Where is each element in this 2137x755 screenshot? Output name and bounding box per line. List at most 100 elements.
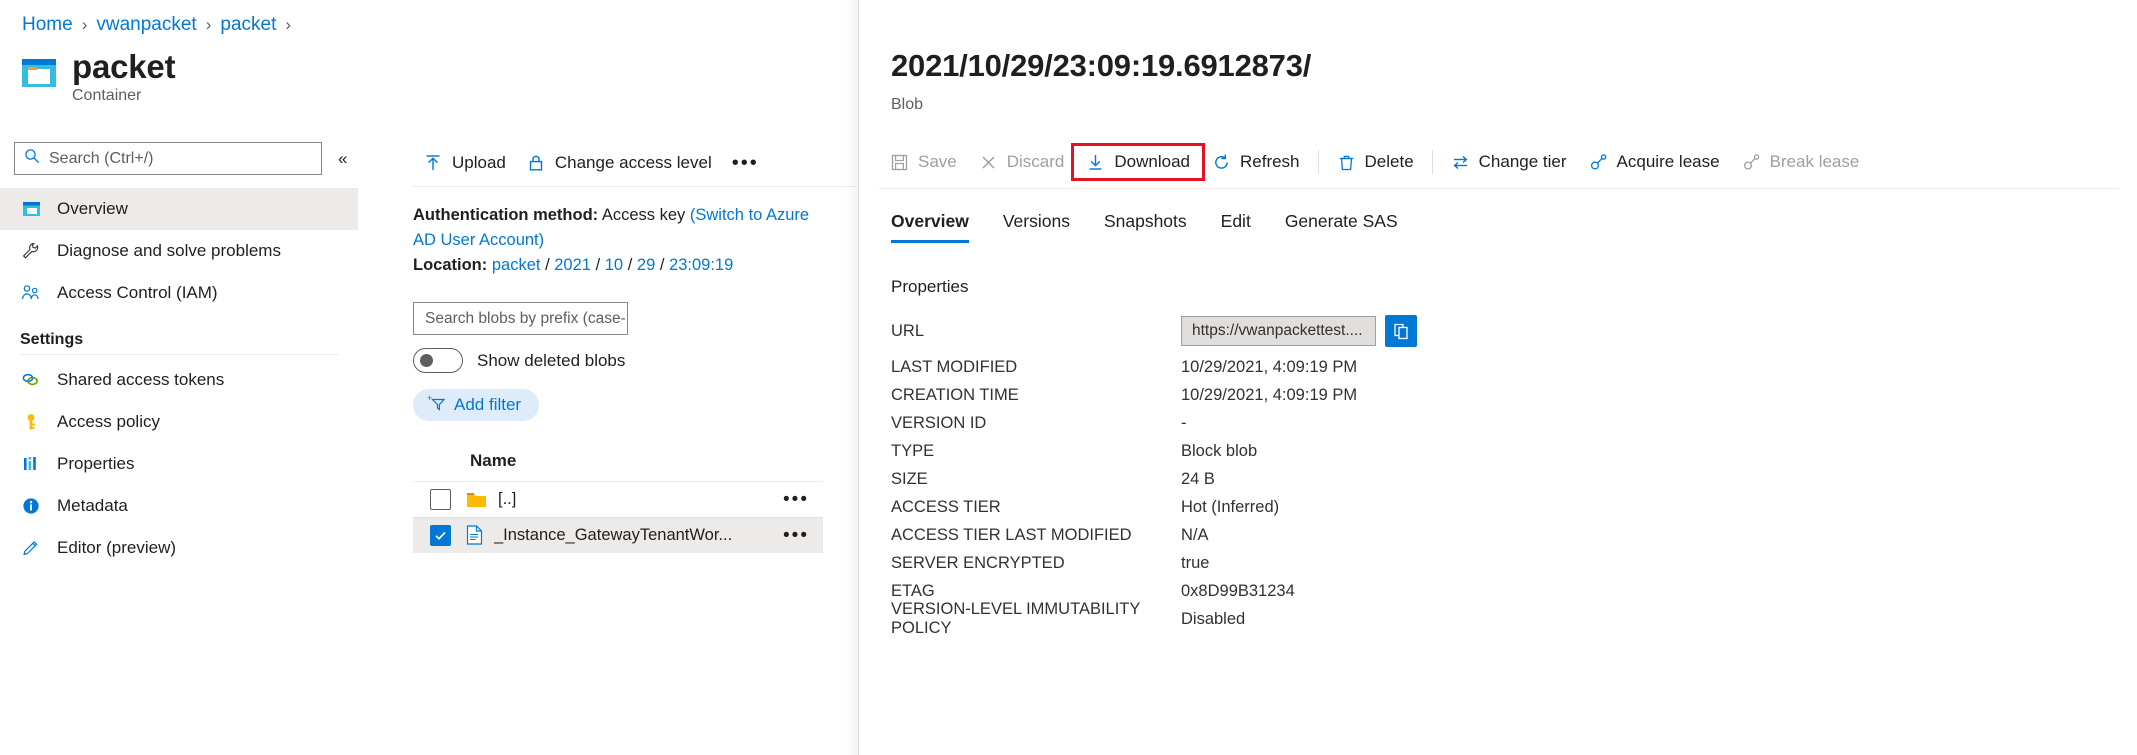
property-row: ACCESS TIER Hot (Inferred) bbox=[891, 493, 1791, 521]
breadcrumb: Home › vwanpacket › packet › bbox=[22, 14, 300, 36]
sidebar-item-label: Shared access tokens bbox=[57, 370, 225, 389]
blob-search-input[interactable] bbox=[423, 308, 627, 329]
properties-table: URL https://vwanpackettest.... LAST MODI… bbox=[891, 309, 1791, 637]
sidebar-item-editor-preview[interactable]: Editor (preview) bbox=[0, 527, 358, 569]
people-icon bbox=[20, 282, 42, 304]
property-value: Hot (Inferred) bbox=[1181, 497, 1280, 516]
file-name[interactable]: _Instance_GatewayTenantWor... bbox=[494, 526, 732, 545]
acquire-lease-button[interactable]: Acquire lease bbox=[1578, 147, 1731, 177]
row-checkbox[interactable] bbox=[430, 524, 451, 546]
discard-button-label: Discard bbox=[1006, 152, 1065, 171]
resource-title-block: packet Container bbox=[20, 48, 176, 105]
sidebar-item-access-policy[interactable]: Access policy bbox=[0, 401, 358, 443]
search-input-wrapper[interactable] bbox=[14, 142, 322, 175]
change-tier-icon bbox=[1451, 153, 1470, 172]
breadcrumb-separator-icon: › bbox=[285, 15, 292, 34]
link-rings-icon bbox=[20, 369, 42, 391]
property-row: VERSION-LEVEL IMMUTABILITY POLICY Disabl… bbox=[891, 600, 1791, 637]
breadcrumb-item-vwanpacket[interactable]: vwanpacket bbox=[96, 14, 196, 36]
tab-snapshots[interactable]: Snapshots bbox=[1104, 205, 1187, 243]
location-separator: / bbox=[659, 256, 665, 274]
command-separator bbox=[1317, 150, 1319, 174]
property-row-url: URL https://vwanpackettest.... bbox=[891, 309, 1791, 353]
file-icon bbox=[466, 525, 483, 545]
row-context-menu-icon[interactable]: ••• bbox=[783, 526, 809, 545]
tab-label: Generate SAS bbox=[1284, 211, 1398, 231]
break-lease-button[interactable]: Break lease bbox=[1731, 147, 1871, 177]
more-commands-icon[interactable]: ••• bbox=[722, 153, 769, 173]
delete-button[interactable]: Delete bbox=[1326, 147, 1425, 177]
bars-icon bbox=[20, 453, 42, 475]
show-deleted-blobs-row: Show deleted blobs bbox=[413, 348, 858, 373]
add-filter-button[interactable]: + Add filter bbox=[413, 389, 540, 421]
upload-button[interactable]: Upload bbox=[413, 149, 516, 177]
row-context-menu-icon[interactable]: ••• bbox=[783, 490, 809, 509]
location-part-2021[interactable]: 2021 bbox=[554, 256, 591, 274]
sidebar-item-access-control[interactable]: Access Control (IAM) bbox=[0, 272, 358, 314]
download-button[interactable]: Download bbox=[1071, 143, 1205, 181]
breadcrumb-item-packet[interactable]: packet bbox=[220, 14, 276, 36]
azure-portal-page: Home › vwanpacket › packet › packet Cont… bbox=[0, 0, 2137, 755]
sidebar-item-properties[interactable]: Properties bbox=[0, 443, 358, 485]
location-part-packet[interactable]: packet bbox=[492, 256, 541, 274]
location-part-29[interactable]: 29 bbox=[637, 256, 655, 274]
nav-list: Overview Diagnose and solve problems Acc… bbox=[0, 188, 358, 569]
location-label: Location: bbox=[413, 256, 488, 274]
sidebar-item-diagnose[interactable]: Diagnose and solve problems bbox=[0, 230, 358, 272]
property-value: Block blob bbox=[1181, 441, 1258, 460]
show-deleted-blobs-label: Show deleted blobs bbox=[477, 350, 626, 370]
sidebar-item-metadata[interactable]: Metadata bbox=[0, 485, 358, 527]
upload-button-label: Upload bbox=[452, 153, 506, 172]
copy-url-button[interactable] bbox=[1385, 315, 1417, 347]
tab-label: Snapshots bbox=[1103, 211, 1187, 231]
table-row[interactable]: _Instance_GatewayTenantWor... ••• bbox=[413, 517, 823, 553]
property-key: SERVER ENCRYPTED bbox=[891, 553, 1065, 572]
property-row: VERSION ID - bbox=[891, 409, 1791, 437]
search-input[interactable] bbox=[47, 148, 321, 169]
location-part-10[interactable]: 10 bbox=[605, 256, 623, 274]
save-button-label: Save bbox=[918, 152, 957, 171]
sidebar-item-label: Metadata bbox=[57, 496, 128, 515]
location-part-time[interactable]: 23:09:19 bbox=[669, 256, 733, 274]
show-deleted-blobs-toggle[interactable] bbox=[413, 348, 463, 373]
svg-text:+: + bbox=[427, 393, 432, 403]
sidebar-item-overview[interactable]: Overview bbox=[0, 188, 358, 230]
save-button[interactable]: Save bbox=[879, 147, 968, 177]
nav-divider bbox=[20, 354, 338, 355]
property-value: 10/29/2021, 4:09:19 PM bbox=[1181, 385, 1358, 404]
save-icon bbox=[890, 153, 909, 172]
blob-search-input-wrapper[interactable] bbox=[413, 302, 628, 335]
sidebar-item-label: Access Control (IAM) bbox=[57, 283, 218, 302]
tab-versions[interactable]: Versions bbox=[1003, 205, 1070, 243]
refresh-button[interactable]: Refresh bbox=[1201, 147, 1311, 177]
change-access-level-button[interactable]: Change access level bbox=[516, 149, 722, 177]
overview-icon bbox=[20, 198, 42, 220]
refresh-button-label: Refresh bbox=[1239, 152, 1300, 171]
tab-label: Edit bbox=[1220, 211, 1251, 231]
page-title: packet bbox=[72, 48, 176, 85]
property-value: 24 B bbox=[1181, 469, 1215, 488]
download-button-label: Download bbox=[1114, 152, 1190, 171]
tab-edit[interactable]: Edit bbox=[1221, 205, 1251, 243]
url-value-field[interactable]: https://vwanpackettest.... bbox=[1181, 316, 1376, 346]
table-row[interactable]: [..] ••• bbox=[413, 481, 823, 517]
property-row: LAST MODIFIED 10/29/2021, 4:09:19 PM bbox=[891, 353, 1791, 381]
tab-label: Overview bbox=[891, 211, 969, 231]
file-name[interactable]: [..] bbox=[498, 490, 516, 509]
property-value: Disabled bbox=[1181, 609, 1246, 628]
tab-overview[interactable]: Overview bbox=[891, 205, 969, 243]
breadcrumb-item-home[interactable]: Home bbox=[22, 14, 73, 36]
collapse-nav-icon[interactable]: « bbox=[338, 150, 347, 167]
change-tier-button[interactable]: Change tier bbox=[1440, 147, 1578, 177]
tab-generate-sas[interactable]: Generate SAS bbox=[1285, 205, 1398, 243]
download-icon bbox=[1086, 153, 1105, 172]
sidebar-item-shared-access-tokens[interactable]: Shared access tokens bbox=[0, 359, 358, 401]
property-key: ACCESS TIER bbox=[891, 497, 1001, 516]
property-key: ETAG bbox=[891, 581, 935, 600]
property-row: ACCESS TIER LAST MODIFIED N/A bbox=[891, 521, 1791, 549]
auth-method-value: Access key bbox=[601, 206, 686, 224]
lock-icon bbox=[526, 153, 546, 173]
discard-button[interactable]: Discard bbox=[968, 147, 1076, 177]
row-checkbox[interactable] bbox=[430, 489, 451, 510]
property-row: SIZE 24 B bbox=[891, 465, 1791, 493]
